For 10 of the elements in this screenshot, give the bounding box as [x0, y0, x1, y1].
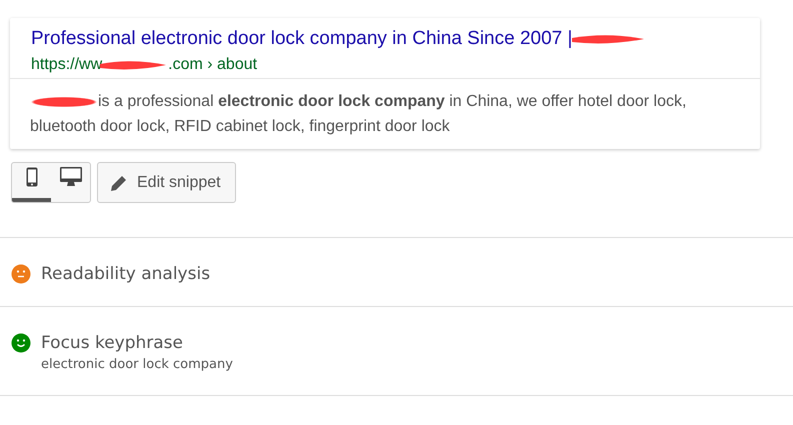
- phone-icon: [26, 167, 38, 187]
- section-title[interactable]: Readability analysis: [41, 262, 210, 286]
- pencil-icon: [110, 174, 128, 192]
- result-title[interactable]: Professional electronic door lock company in China Since 2007 |: [31, 28, 572, 50]
- result-url: https://ww: [31, 56, 102, 74]
- edit-snippet-button[interactable]: Edit snippet: [97, 162, 236, 203]
- monitor-icon: [60, 167, 82, 187]
- section-subtitle: electronic door lock company: [41, 356, 233, 374]
- result-url: .com › about: [168, 56, 258, 74]
- section-title[interactable]: Focus keyphrase: [41, 331, 233, 355]
